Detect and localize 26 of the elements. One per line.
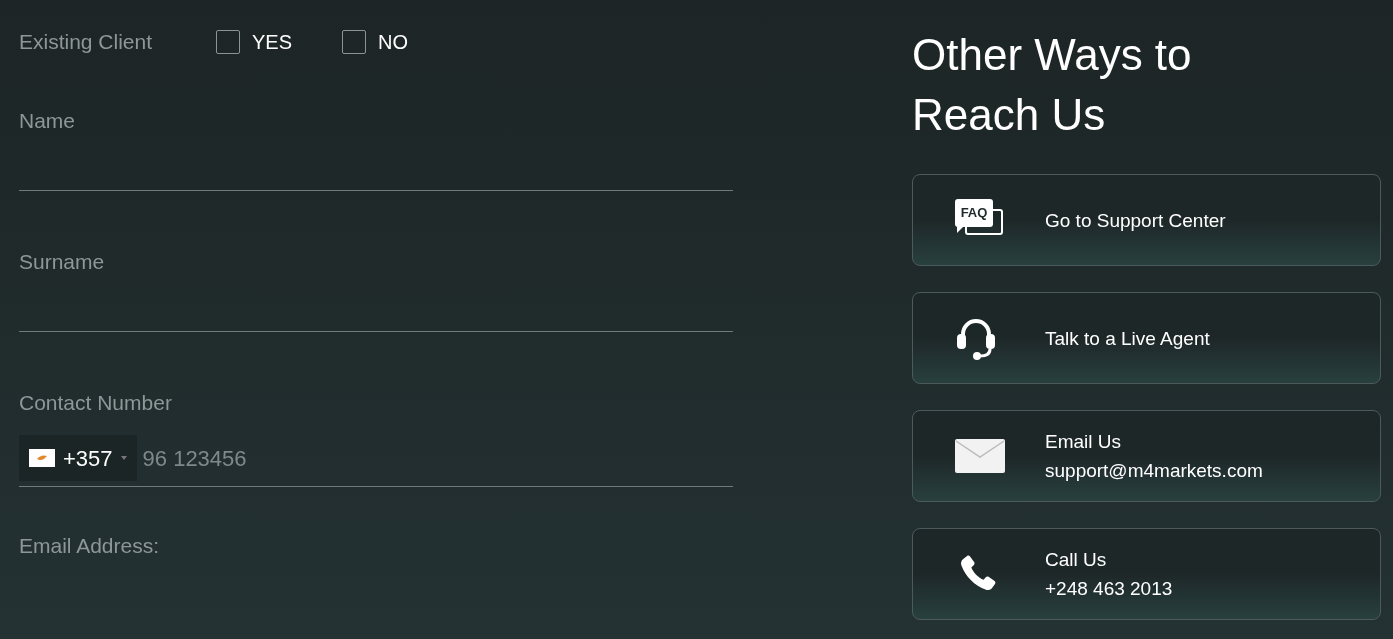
card-text: Call Us [1045, 548, 1108, 572]
checkbox-label: NO [378, 30, 409, 55]
contact-card[interactable]: Talk to a Live Agent [912, 292, 1381, 384]
headset-icon [955, 316, 997, 360]
flag-icon [29, 449, 55, 467]
section-title: Other Ways to Reach Us [912, 29, 1193, 141]
field-label: Name [19, 108, 77, 134]
dropdown-caret-icon [120, 456, 127, 460]
field-label: Email Address: [19, 533, 161, 559]
card-text: Email Us [1045, 430, 1122, 454]
phone-input[interactable]: 96 123456 [142, 441, 733, 475]
card-text: +248 463 2013 [1045, 577, 1173, 601]
field-label: Surname [19, 249, 106, 275]
existing-client-label: Existing Client [19, 29, 154, 56]
checkbox[interactable] [216, 30, 240, 54]
contact-card[interactable]: Call Us +248 463 2013 [912, 528, 1381, 620]
envelope-icon [955, 439, 1005, 473]
field-label: Contact Number [19, 390, 173, 416]
card-text: Talk to a Live Agent [1045, 326, 1210, 351]
card-text: support@m4markets.com [1045, 459, 1263, 483]
card-text: Go to Support Center [1045, 208, 1226, 233]
contact-card[interactable]: FAQ Go to Support Center [912, 174, 1381, 266]
country-code-select[interactable]: +357 [19, 435, 137, 481]
contact-card[interactable]: Email Us support@m4markets.com [912, 410, 1381, 502]
checkbox-label: YES [252, 30, 293, 55]
checkbox[interactable] [342, 30, 367, 54]
